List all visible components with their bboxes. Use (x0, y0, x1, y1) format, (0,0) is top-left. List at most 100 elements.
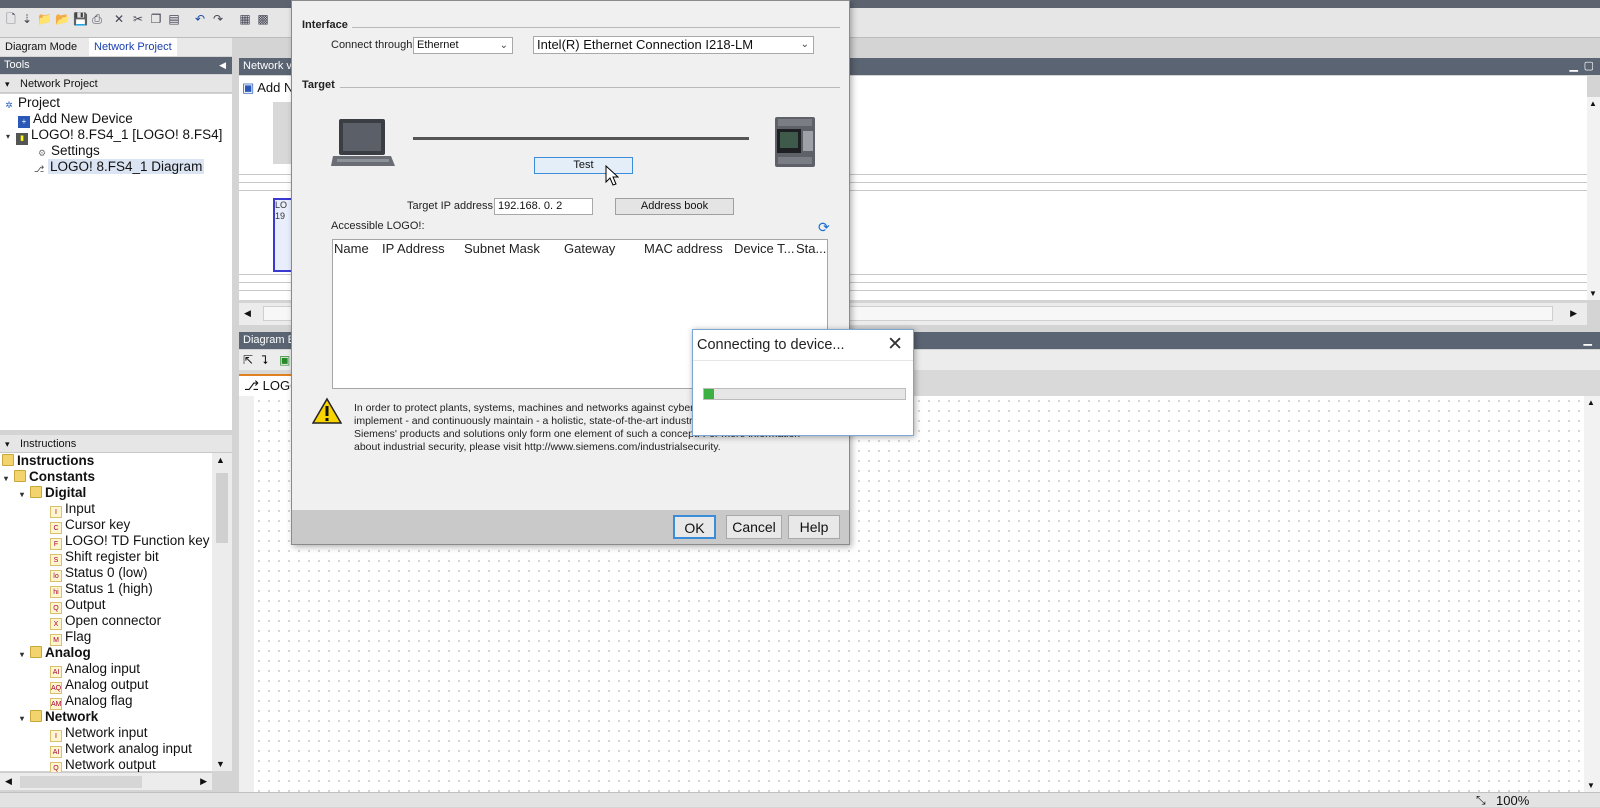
address-book-button[interactable]: Address book (615, 198, 734, 215)
layout-tool-icon[interactable]: ▩ (256, 12, 270, 26)
block-tool-icon[interactable]: ▣ (279, 353, 290, 367)
tree-item-analog-output[interactable]: AQ Analog output (50, 677, 149, 694)
collapse-left-icon[interactable]: ◀ (219, 57, 226, 74)
target-ip-input[interactable]: 192.168. 0. 2 (494, 198, 593, 215)
connect-through-select[interactable]: Ethernet ⌄ (413, 37, 513, 54)
refresh-icon[interactable]: ⟳ (818, 219, 830, 236)
cut-icon[interactable]: ✂ (131, 12, 145, 26)
column-header-status[interactable]: Sta... (796, 240, 826, 258)
redo-icon[interactable]: ↷ (211, 12, 225, 26)
new-icon[interactable]: 🗋 (4, 12, 18, 26)
diagram-icon: ⎇ (244, 378, 259, 393)
tree-item-label: Analog output (65, 677, 149, 692)
instructions-header[interactable]: ▾ Instructions (0, 435, 232, 453)
scroll-right-icon[interactable]: ▶ (200, 776, 207, 787)
tree-item-shift-register-bit[interactable]: S Shift register bit (50, 549, 159, 566)
tree-item-flag[interactable]: M Flag (50, 629, 91, 646)
connecting-title: Connecting to device... (697, 337, 845, 353)
column-header-ip[interactable]: IP Address (382, 240, 445, 258)
open-folder-icon[interactable]: 📁 (37, 12, 52, 26)
scroll-down-icon[interactable]: ▼ (216, 759, 225, 769)
expand-icon[interactable]: ▾ (20, 711, 30, 727)
tree-item-status-low[interactable]: lo Status 0 (low) (50, 565, 148, 582)
zoom-level[interactable]: 100% (1496, 793, 1529, 808)
hscroll-thumb[interactable] (20, 776, 142, 788)
column-header-gateway[interactable]: Gateway (564, 240, 615, 258)
download-icon[interactable]: ⇣ (20, 12, 34, 26)
scroll-down-icon[interactable]: ▼ (1587, 781, 1595, 790)
save-icon[interactable]: 💾 (73, 12, 88, 26)
tree-item-network[interactable]: ▾ Network (20, 709, 98, 725)
network-project-header[interactable]: ▾ Network Project (0, 75, 232, 93)
expand-icon[interactable]: ▾ (4, 471, 14, 487)
tree-item-network-analog-input[interactable]: AI Network analog input (50, 741, 192, 758)
instructions-hscrollbar[interactable]: ◀ ▶ (0, 772, 212, 790)
network-adapter-select[interactable]: Intel(R) Ethernet Connection I218-LM ⌄ (533, 36, 814, 54)
tree-item-analog-input[interactable]: AI Analog input (50, 661, 140, 678)
instructions-scrollbar[interactable]: ▲ ▼ (212, 453, 232, 771)
scroll-up-icon[interactable]: ▲ (1587, 398, 1595, 407)
column-header-mac[interactable]: MAC address (644, 240, 723, 258)
tree-item-add-new-device[interactable]: + Add New Device (18, 111, 133, 128)
network-tool-icon[interactable]: ▦ (238, 12, 252, 26)
column-header-device-type[interactable]: Device T... (734, 240, 794, 258)
tree-item-td-function-key[interactable]: F LOGO! TD Function key (50, 533, 210, 550)
scroll-left-icon[interactable]: ◀ (244, 308, 251, 319)
tree-item-project[interactable]: ✲ Project (3, 95, 60, 111)
device-thumbnail[interactable] (273, 102, 293, 164)
undo-icon[interactable]: ↶ (193, 12, 207, 26)
scroll-up-icon[interactable]: ▲ (216, 455, 225, 465)
tree-item-analog[interactable]: ▾ Analog (20, 645, 91, 661)
expand-icon[interactable]: ▾ (20, 487, 30, 503)
scroll-down-icon[interactable]: ▼ (1589, 289, 1597, 298)
diagram-vscrollbar[interactable]: ▲ ▼ (1584, 396, 1600, 792)
print-icon[interactable]: ⎙ (90, 12, 104, 26)
tree-item-network-input[interactable]: I Network input (50, 725, 148, 742)
cancel-button[interactable]: Cancel (726, 515, 782, 539)
tree-item-diagram[interactable]: ⎇ LOGO! 8.FS4_1 Diagram (33, 159, 205, 175)
scroll-thumb[interactable] (216, 473, 228, 543)
column-header-subnet[interactable]: Subnet Mask (464, 240, 540, 258)
chevron-down-icon: ▾ (5, 79, 10, 89)
logo-device-card[interactable]: LO 19 (273, 198, 293, 272)
tab-diagram-mode[interactable]: Diagram Mode (0, 38, 82, 56)
scroll-right-icon[interactable]: ▶ (1570, 308, 1577, 319)
delete-icon[interactable]: ✕ (112, 12, 126, 26)
tree-item-network-output[interactable]: Q Network output (50, 757, 156, 774)
tree-item-device[interactable]: ▾ ▮ LOGO! 8.FS4_1 [LOGO! 8.FS4] (6, 127, 223, 145)
tree-item-label: LOGO! 8.FS4_1 [LOGO! 8.FS4] (31, 127, 223, 142)
scroll-up-icon[interactable]: ▲ (1589, 99, 1597, 108)
expand-icon[interactable]: ▾ (6, 129, 16, 145)
maximize-icon[interactable]: ▢ (1584, 58, 1594, 75)
pointer-tool-icon[interactable]: ⇱ (243, 353, 253, 367)
tree-item-settings[interactable]: ⚙ Settings (36, 143, 100, 159)
column-header-name[interactable]: Name (334, 240, 369, 258)
paste-icon[interactable]: ▤ (167, 12, 181, 26)
zoom-icon[interactable]: ⤡ (1476, 793, 1486, 808)
tree-item-label: Constants (29, 469, 96, 484)
tree-item-instructions[interactable]: Instructions (2, 453, 94, 469)
tree-item-analog-flag[interactable]: AM Analog flag (50, 693, 133, 710)
help-button[interactable]: Help (788, 515, 840, 539)
expand-icon[interactable]: ▾ (20, 647, 30, 663)
tree-item-open-connector[interactable]: X Open connector (50, 613, 161, 630)
scroll-left-icon[interactable]: ◀ (5, 776, 12, 787)
tree-item-cursor-key[interactable]: C Cursor key (50, 517, 130, 534)
tree-item-status-high[interactable]: hi Status 1 (high) (50, 581, 153, 598)
copy-icon[interactable]: ❐ (149, 12, 163, 26)
tab-network-project[interactable]: Network Project (89, 38, 177, 56)
minimize-icon[interactable]: ▁ (1570, 58, 1578, 75)
add-new-device-link[interactable]: ▣ Add N (242, 80, 293, 96)
tree-item-input[interactable]: I Input (50, 501, 95, 518)
tree-item-output[interactable]: Q Output (50, 597, 106, 614)
ok-button[interactable]: OK (673, 515, 716, 539)
tree-item-digital[interactable]: ▾ Digital (20, 485, 86, 501)
network-vscrollbar[interactable]: ▲ ▼ (1587, 97, 1600, 300)
open-icon[interactable]: 📂 (55, 12, 70, 26)
close-icon[interactable]: ✕ (887, 333, 903, 356)
minimize-icon[interactable]: ▁ (1584, 332, 1592, 349)
folder-icon (30, 646, 42, 658)
tree-item-constants[interactable]: ▾ Constants (4, 469, 95, 485)
tree-item-label: LOGO! TD Function key (65, 533, 210, 548)
connect-tool-icon[interactable]: ⮧ (261, 353, 268, 368)
